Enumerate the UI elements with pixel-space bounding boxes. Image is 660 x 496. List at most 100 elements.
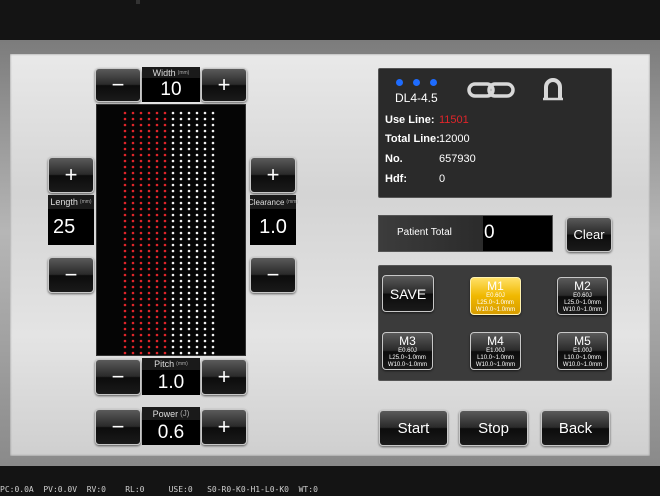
- scan-dot-red: [139, 333, 143, 337]
- scan-dot-red: [155, 195, 159, 199]
- scan-dot-red: [139, 129, 143, 133]
- width-decrease-button[interactable]: −: [95, 68, 141, 102]
- scan-dot-white: [171, 309, 175, 313]
- use-line-row: Use Line:: [385, 114, 435, 126]
- scan-dot-white: [211, 183, 215, 187]
- memory-slot-m3-name: M3: [399, 333, 416, 348]
- scan-dot-red: [155, 237, 159, 241]
- scan-dot-red: [139, 273, 143, 277]
- scan-dot-red: [147, 117, 151, 121]
- pitch-increase-button[interactable]: +: [201, 359, 247, 395]
- scan-dot-red: [155, 243, 159, 247]
- scan-dot-white: [195, 237, 199, 241]
- memory-slot-m2-energy: E0.60J: [573, 292, 592, 299]
- scan-dot-red: [155, 297, 159, 301]
- pitch-decrease-button[interactable]: −: [95, 359, 141, 395]
- scan-dot-white: [195, 207, 199, 211]
- memory-slot-m3[interactable]: M3 E0.60J L25.0~1.0mm W10.0~1.0mm: [382, 332, 433, 370]
- clearance-decrease-button[interactable]: −: [250, 257, 296, 293]
- scan-dot-white: [211, 177, 215, 181]
- number-row: No.: [385, 153, 403, 165]
- minus-icon: −: [111, 72, 125, 97]
- length-increase-button[interactable]: +: [48, 157, 94, 193]
- scan-dot-white: [171, 147, 175, 151]
- scan-dot-white: [203, 237, 207, 241]
- scan-dot-white: [187, 207, 191, 211]
- start-button[interactable]: Start: [379, 410, 448, 446]
- minus-icon: −: [64, 262, 78, 287]
- scan-dot-white: [171, 159, 175, 163]
- scan-dot-red: [123, 111, 127, 115]
- scan-dot-white: [211, 153, 215, 157]
- power-decrease-button[interactable]: −: [95, 409, 141, 445]
- power-increase-button[interactable]: +: [201, 409, 247, 445]
- scan-dot-red: [155, 267, 159, 271]
- scan-dot-white: [187, 333, 191, 337]
- width-increase-button[interactable]: +: [201, 68, 247, 102]
- scan-dot-red: [139, 183, 143, 187]
- scan-dot-red: [139, 261, 143, 265]
- scan-dot-red: [163, 249, 167, 253]
- scan-dot-red: [139, 165, 143, 169]
- length-decrease-button[interactable]: −: [48, 257, 94, 293]
- scan-dot-white: [171, 231, 175, 235]
- scan-dot-red: [131, 231, 135, 235]
- scan-dot-red: [131, 159, 135, 163]
- scan-dot-white: [195, 255, 199, 259]
- scan-dot-red: [123, 171, 127, 175]
- scan-dot-red: [139, 243, 143, 247]
- memory-slot-m1[interactable]: M1 E0.60J L25.0~1.0mm W10.0~1.0mm: [470, 277, 521, 315]
- scan-dot-white: [195, 345, 199, 349]
- scan-dot-red: [147, 327, 151, 331]
- scan-dot-red: [147, 279, 151, 283]
- scan-dot-red: [163, 129, 167, 133]
- scan-dot-white: [211, 255, 215, 259]
- scan-dot-white: [195, 267, 199, 271]
- scan-dot-white: [195, 279, 199, 283]
- scan-dot-red: [155, 183, 159, 187]
- scan-dot-red: [131, 111, 135, 115]
- scan-dot-red: [139, 309, 143, 313]
- scan-dot-white: [179, 303, 183, 307]
- scan-dot-white: [171, 351, 175, 355]
- memory-slot-m2[interactable]: M2 E0.60J L25.0~1.0mm W10.0~1.0mm: [557, 277, 608, 315]
- scan-dot-red: [155, 129, 159, 133]
- scan-dot-red: [123, 297, 127, 301]
- memory-slot-m4[interactable]: M4 E1.00J L10.0~1.0mm W10.0~1.0mm: [470, 332, 521, 370]
- scan-dot-white: [203, 225, 207, 229]
- scan-dot-white: [187, 225, 191, 229]
- scan-dot-red: [155, 255, 159, 259]
- save-button[interactable]: SAVE: [382, 275, 434, 312]
- scan-dot-white: [211, 195, 215, 199]
- scan-dot-white: [171, 255, 175, 259]
- scan-dot-white: [179, 267, 183, 271]
- scan-dot-red: [155, 117, 159, 121]
- scan-dot-red: [163, 285, 167, 289]
- scan-dot-red: [163, 183, 167, 187]
- patient-total-label: Patient Total: [397, 227, 452, 238]
- scan-dot-white: [187, 219, 191, 223]
- scan-dot-red: [147, 249, 151, 253]
- scan-dot-red: [123, 135, 127, 139]
- scan-dot-red: [131, 321, 135, 325]
- scan-dot-white: [187, 195, 191, 199]
- scan-dot-white: [195, 141, 199, 145]
- memory-slot-m5[interactable]: M5 E1.00J L10.0~1.0mm W10.0~1.0mm: [557, 332, 608, 370]
- scan-dot-white: [211, 261, 215, 265]
- clear-button[interactable]: Clear: [566, 217, 612, 252]
- scan-dot-red: [147, 237, 151, 241]
- magnet-icon: [543, 78, 563, 101]
- clearance-increase-button[interactable]: +: [250, 157, 296, 193]
- memory-slot-m2-length: L25.0~1.0mm: [564, 299, 601, 306]
- scan-dot-white: [195, 333, 199, 337]
- scan-dot-white: [179, 273, 183, 277]
- scan-dot-red: [147, 213, 151, 217]
- scan-dot-white: [203, 279, 207, 283]
- scan-dot-red: [139, 123, 143, 127]
- scan-dot-white: [187, 297, 191, 301]
- scan-dot-white: [179, 165, 183, 169]
- scan-dot-red: [163, 345, 167, 349]
- scan-dot-red: [147, 195, 151, 199]
- back-button[interactable]: Back: [541, 410, 610, 446]
- stop-button[interactable]: Stop: [459, 410, 528, 446]
